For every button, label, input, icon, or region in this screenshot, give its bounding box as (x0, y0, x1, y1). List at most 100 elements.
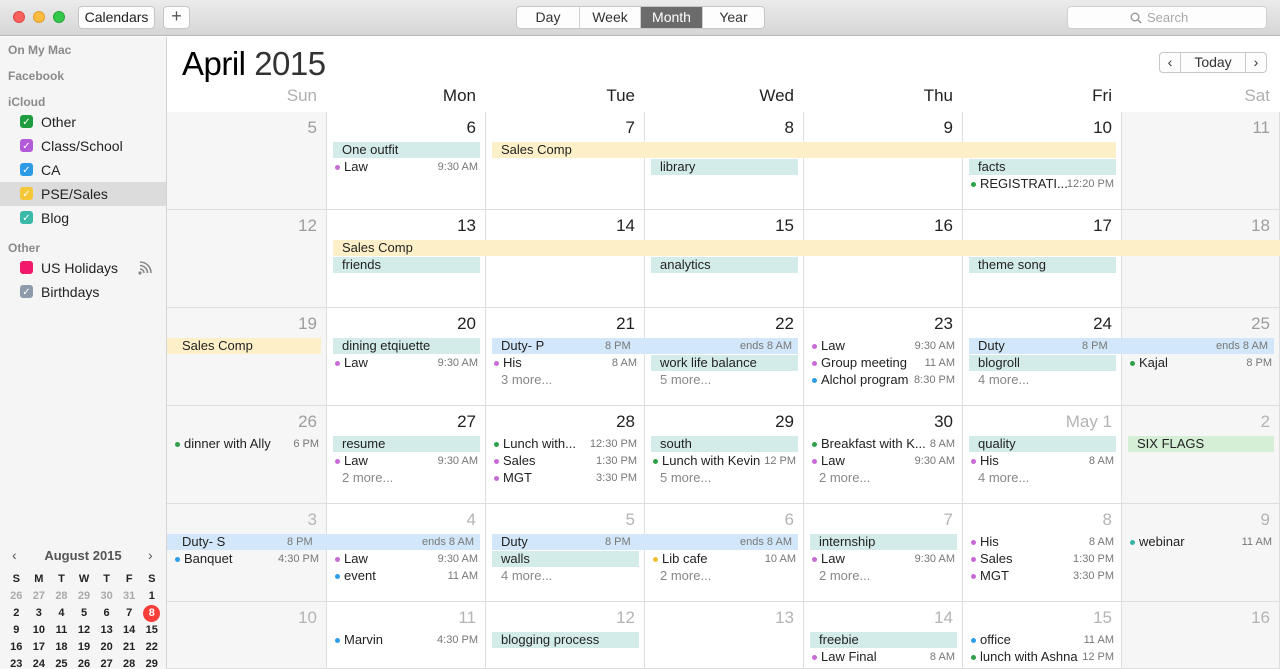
all-day-event[interactable]: library (651, 159, 798, 175)
view-day-button[interactable]: Day (517, 7, 580, 28)
mini-calendar-day[interactable]: 15 (140, 624, 163, 636)
mini-calendar-day[interactable]: 19 (73, 641, 96, 653)
mini-calendar-day[interactable]: 29 (73, 590, 96, 602)
mini-calendar-day[interactable]: 16 (5, 641, 28, 653)
timed-event[interactable]: Law 9:30 AM (806, 453, 961, 469)
day-cell[interactable]: 5 (167, 112, 327, 210)
today-button[interactable]: Today (1180, 52, 1246, 73)
timed-event[interactable]: MGT 3:30 PM (488, 470, 643, 486)
timed-event[interactable]: His 8 AM (488, 355, 643, 371)
mini-calendar-day[interactable]: 10 (28, 624, 51, 636)
mini-calendar-day[interactable]: 11 (50, 624, 73, 636)
previous-month-button[interactable]: ‹ (1159, 52, 1181, 73)
timed-event[interactable]: His 8 AM (965, 453, 1120, 469)
all-day-event[interactable]: walls (492, 551, 639, 567)
mini-calendar-day[interactable]: 5 (73, 607, 96, 622)
multi-day-event[interactable]: Sales Comp (333, 240, 1280, 256)
more-events-link[interactable]: 2 more... (819, 568, 870, 584)
all-day-event[interactable]: internship (810, 534, 957, 550)
more-events-link[interactable]: 2 more... (819, 470, 870, 486)
more-events-link[interactable]: 2 more... (660, 568, 711, 584)
mini-calendar-day[interactable]: 20 (95, 641, 118, 653)
mini-calendar-day[interactable]: 14 (118, 624, 141, 636)
timed-event[interactable]: event 11 AM (329, 568, 484, 584)
mini-calendar-day[interactable]: 28 (118, 658, 141, 667)
sidebar-calendar-item[interactable]: ✓ Birthdays (0, 280, 166, 304)
day-cell[interactable]: 7 (486, 112, 645, 210)
day-cell[interactable]: 16 (1122, 602, 1280, 669)
calendar-checkbox[interactable]: ✓ (20, 187, 33, 200)
sidebar-calendar-item[interactable]: US Holidays (0, 256, 166, 280)
zoom-window-button[interactable] (53, 11, 65, 23)
close-window-button[interactable] (13, 11, 25, 23)
timed-event[interactable]: webinar 11 AM (1124, 534, 1278, 550)
timed-event[interactable]: Law Final 8 AM (806, 649, 961, 665)
all-day-event[interactable]: facts (969, 159, 1116, 175)
timed-event[interactable]: Sales 1:30 PM (488, 453, 643, 469)
timed-event[interactable]: Banquet 4:30 PM (169, 551, 325, 567)
mini-calendar-day[interactable]: 26 (5, 590, 28, 602)
sidebar-calendar-item[interactable]: ✓ Blog (0, 206, 166, 230)
multi-day-event[interactable]: Sales Comp (492, 142, 1116, 158)
all-day-event[interactable]: dining etqiuette (333, 338, 480, 354)
mini-calendar-day[interactable]: 24 (28, 658, 51, 667)
timed-event[interactable]: dinner with Ally 6 PM (169, 436, 325, 452)
all-day-event[interactable]: blogging process (492, 632, 639, 648)
timed-event[interactable]: Sales 1:30 PM (965, 551, 1120, 567)
next-month-button[interactable]: › (1245, 52, 1267, 73)
calendars-button[interactable]: Calendars (78, 6, 155, 29)
mini-calendar-day[interactable]: 21 (118, 641, 141, 653)
timed-event[interactable]: Marvin 4:30 PM (329, 632, 484, 648)
mini-calendar-day[interactable]: 1 (140, 590, 163, 602)
day-cell[interactable]: 2 (1122, 406, 1280, 504)
all-day-event[interactable]: resume (333, 436, 480, 452)
timed-event[interactable]: Lunch with... 12:30 PM (488, 436, 643, 452)
mini-calendar-day[interactable]: 18 (50, 641, 73, 653)
mini-calendar-day[interactable]: 23 (5, 658, 28, 667)
calendar-checkbox[interactable]: ✓ (20, 163, 33, 176)
all-day-event[interactable]: analytics (651, 257, 798, 273)
more-events-link[interactable]: 5 more... (660, 372, 711, 388)
more-events-link[interactable]: 5 more... (660, 470, 711, 486)
day-cell[interactable]: 18 (1122, 210, 1280, 308)
mini-calendar-day[interactable]: 7 (118, 607, 141, 622)
calendar-checkbox[interactable]: ✓ (20, 211, 33, 224)
mini-calendar-day[interactable]: 27 (28, 590, 51, 602)
timed-event[interactable]: Law 9:30 AM (329, 453, 484, 469)
multi-day-event[interactable]: Duty 8 PM ends 8 AM (969, 338, 1274, 354)
mini-calendar-today[interactable]: 8 (140, 605, 163, 622)
calendar-checkbox[interactable]: ✓ (20, 139, 33, 152)
all-day-event[interactable]: SIX FLAGS (1128, 436, 1274, 452)
all-day-event[interactable]: One outfit (333, 142, 480, 158)
multi-day-event[interactable]: Duty- S 8 PM ends 8 AM (167, 534, 480, 550)
mini-calendar-day[interactable]: 17 (28, 641, 51, 653)
all-day-event[interactable]: Sales Comp (167, 338, 321, 354)
timed-event[interactable]: lunch with Ashna 12 PM (965, 649, 1120, 665)
day-cell[interactable]: 12 (167, 210, 327, 308)
timed-event[interactable]: Lunch with Kevin 12 PM (647, 453, 802, 469)
day-cell[interactable]: 10 (167, 602, 327, 669)
day-cell[interactable]: 19 (167, 308, 327, 406)
timed-event[interactable]: His 8 AM (965, 534, 1120, 550)
timed-event[interactable]: Law 9:30 AM (329, 159, 484, 175)
all-day-event[interactable]: theme song (969, 257, 1116, 273)
view-week-button[interactable]: Week (580, 7, 641, 28)
all-day-event[interactable]: friends (333, 257, 480, 273)
timed-event[interactable]: Law 9:30 AM (329, 551, 484, 567)
timed-event[interactable]: Breakfast with K... 8 AM (806, 436, 961, 452)
mini-calendar-day[interactable]: 30 (95, 590, 118, 602)
timed-event[interactable]: Lib cafe 10 AM (647, 551, 802, 567)
timed-event[interactable]: Group meeting 11 AM (806, 355, 961, 371)
day-cell[interactable]: 26 (167, 406, 327, 504)
mini-calendar-day[interactable]: 25 (50, 658, 73, 667)
all-day-event[interactable]: south (651, 436, 798, 452)
all-day-event[interactable]: blogroll (969, 355, 1116, 371)
timed-event[interactable]: Law 9:30 AM (329, 355, 484, 371)
mini-calendar-day[interactable]: 9 (5, 624, 28, 636)
view-year-button[interactable]: Year (703, 7, 764, 28)
timed-event[interactable]: Law 9:30 AM (806, 551, 961, 567)
sidebar-calendar-item[interactable]: ✓ PSE/Sales (0, 182, 166, 206)
mini-calendar-day[interactable]: 28 (50, 590, 73, 602)
mini-calendar-day[interactable]: 26 (73, 658, 96, 667)
minimize-window-button[interactable] (33, 11, 45, 23)
